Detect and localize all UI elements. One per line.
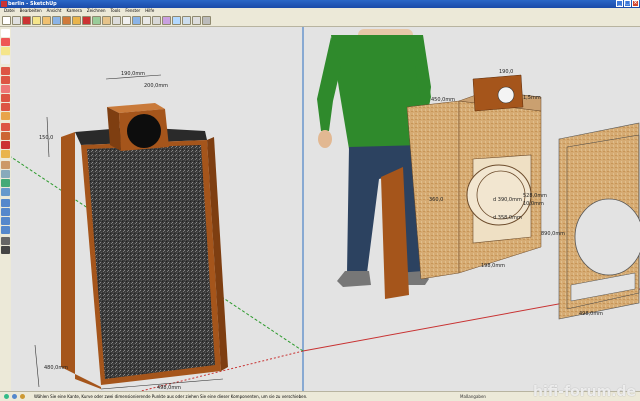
title-bar: berlin - SketchUp _ □ × xyxy=(0,0,640,8)
polygon-icon[interactable] xyxy=(1,103,10,111)
rotate-tool-icon[interactable] xyxy=(82,15,91,25)
main-toolbar xyxy=(0,14,640,27)
pan-icon[interactable] xyxy=(1,208,10,216)
open-cabinet-model xyxy=(406,74,542,280)
dim-model2-height: 450,0mm xyxy=(431,97,455,103)
dim-top-box-width: 190,0mm xyxy=(121,71,145,77)
freehand-icon[interactable] xyxy=(1,112,10,120)
person-left-hand xyxy=(318,130,332,148)
watermark: hifi-forum.de xyxy=(533,384,636,400)
credits-icon[interactable] xyxy=(12,394,17,399)
offset-icon[interactable] xyxy=(1,170,10,178)
paint-icon[interactable] xyxy=(1,47,10,55)
select-tool-icon[interactable] xyxy=(2,15,11,25)
dim-model2-side-height: 528,0mm xyxy=(523,193,547,199)
circle-tool-icon[interactable] xyxy=(42,15,51,25)
zoom-window-icon[interactable] xyxy=(1,226,10,234)
close-button[interactable]: × xyxy=(632,0,639,7)
minimize-button[interactable]: _ xyxy=(616,0,623,7)
modeling-viewport[interactable]: 190,0mm 200,0mm 150,0 480,0mm 498,0mm 19… xyxy=(11,27,640,391)
circle-icon[interactable] xyxy=(1,85,10,93)
arc-icon[interactable] xyxy=(1,94,10,102)
look-around-icon[interactable] xyxy=(1,246,10,254)
cabinet-grille xyxy=(87,145,215,379)
help-icon[interactable] xyxy=(20,394,25,399)
rotate-icon[interactable] xyxy=(1,141,10,149)
dim-line-depth xyxy=(34,344,40,388)
rectangle-icon[interactable] xyxy=(1,67,10,75)
maximize-button[interactable]: □ xyxy=(624,0,631,7)
follow-me-icon[interactable] xyxy=(1,150,10,158)
dim-cabinet-depth: 480,0mm xyxy=(44,365,68,371)
orbit-tool-icon[interactable] xyxy=(172,15,181,25)
dim-model2-depth: 10,0mm xyxy=(523,201,544,207)
person-left-shoe xyxy=(337,271,371,287)
scale-icon[interactable] xyxy=(1,161,10,169)
protractor-icon[interactable] xyxy=(1,188,10,196)
push-pull-icon[interactable] xyxy=(1,132,10,140)
rectangle-tool-icon[interactable] xyxy=(32,15,41,25)
geo-location-icon[interactable] xyxy=(4,394,9,399)
window-title: berlin - SketchUp xyxy=(8,1,57,7)
line-icon[interactable] xyxy=(1,76,10,84)
dim-model2-circle-large: d 390,0mm xyxy=(493,197,522,203)
text-tool-icon[interactable] xyxy=(142,15,151,25)
top-box-driver-hole xyxy=(127,114,161,148)
open-cabinet-top-hole xyxy=(497,86,515,104)
dim-model2-side: 360,0 xyxy=(429,197,443,203)
sketchup-app-icon xyxy=(1,1,7,7)
dim-cabinet-height: 150,0 xyxy=(39,135,53,141)
dim-panel-width: 498,0mm xyxy=(579,311,603,317)
dimension-tool-icon[interactable] xyxy=(132,15,141,25)
tape-measure-left-icon[interactable] xyxy=(1,179,10,187)
component-icon[interactable] xyxy=(1,38,10,46)
pencil-tool-icon[interactable] xyxy=(22,15,31,25)
dim-model2-small: 1,5mm xyxy=(523,95,541,101)
eraser-icon[interactable] xyxy=(1,56,10,64)
zoom-icon[interactable] xyxy=(1,217,10,225)
move-icon[interactable] xyxy=(1,123,10,131)
tape-measure-icon[interactable] xyxy=(122,15,131,25)
push-pull-tool-icon[interactable] xyxy=(62,15,71,25)
orbit-icon[interactable] xyxy=(1,199,10,207)
front-panel-cutout xyxy=(574,198,640,276)
follow-me-tool-icon[interactable] xyxy=(92,15,101,25)
eraser-tool-icon[interactable] xyxy=(12,15,21,25)
dim-panel-height: 890,0mm xyxy=(541,231,565,237)
zoom-extents-icon[interactable] xyxy=(202,15,211,25)
arc-tool-icon[interactable] xyxy=(52,15,61,25)
front-panel-model xyxy=(558,122,640,320)
pan-tool-icon[interactable] xyxy=(182,15,191,25)
select-icon[interactable] xyxy=(1,29,10,37)
dim-model2-bottom: 198,0mm xyxy=(481,263,505,269)
dim-model2-top-width: 190,0 xyxy=(499,69,513,75)
paint-bucket-icon[interactable] xyxy=(162,15,171,25)
zoom-tool-icon[interactable] xyxy=(192,15,201,25)
walk-icon[interactable] xyxy=(1,237,10,245)
move-tool-icon[interactable] xyxy=(72,15,81,25)
scale-tool-icon[interactable] xyxy=(102,15,111,25)
offset-tool-icon[interactable] xyxy=(112,15,121,25)
axes-tool-icon[interactable] xyxy=(152,15,161,25)
dim-top-box-depth: 200,0mm xyxy=(144,83,168,89)
dim-model2-circle-small: d 358,0mm xyxy=(493,215,522,221)
scene-canvas: 190,0mm 200,0mm 150,0 480,0mm 498,0mm 19… xyxy=(11,27,640,391)
